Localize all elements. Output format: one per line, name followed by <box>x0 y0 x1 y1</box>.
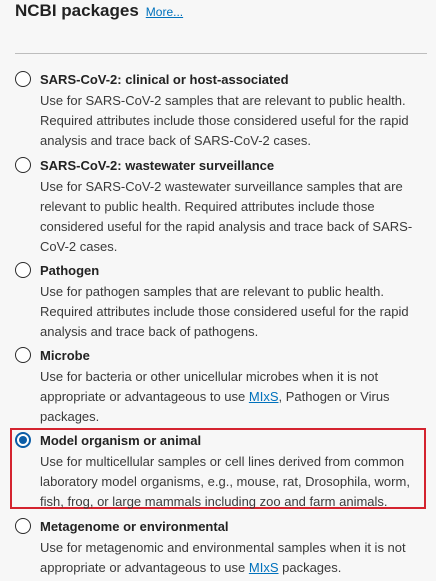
option-title: Model organism or animal <box>40 433 202 448</box>
option-title: Microbe <box>40 348 90 363</box>
divider <box>15 53 427 54</box>
option-title: SARS-CoV-2: wastewater surveillance <box>40 158 275 173</box>
option-description: Use for pathogen samples that are releva… <box>40 284 409 339</box>
option-description: Use for multicellular samples or cell li… <box>40 454 410 509</box>
option-title: Pathogen <box>40 263 100 278</box>
option-description: Use for SARS-CoV-2 samples that are rele… <box>40 93 409 148</box>
radio-button[interactable] <box>15 518 31 534</box>
section-title: NCBI packages <box>15 1 139 20</box>
option-title: Metagenome or environmental <box>40 519 229 534</box>
radio-button[interactable] <box>15 71 31 87</box>
option-description: Use for bacteria or other unicellular mi… <box>40 367 425 427</box>
option-description-text: Use for metagenomic and environmental sa… <box>40 540 406 575</box>
radio-button[interactable] <box>15 347 31 363</box>
mixs-link[interactable]: MIxS <box>249 389 279 404</box>
radio-button[interactable] <box>15 157 31 173</box>
option-description: Use for SARS-CoV-2 wastewater surveillan… <box>40 179 413 254</box>
radio-button-selected[interactable] <box>15 432 31 448</box>
radio-button[interactable] <box>15 262 31 278</box>
more-link[interactable]: More... <box>146 5 183 19</box>
mixs-link[interactable]: MIxS <box>249 560 279 575</box>
option-description: Use for metagenomic and environmental sa… <box>40 538 425 578</box>
option-title: SARS-CoV-2: clinical or host-associated <box>40 72 289 87</box>
option-description-text: packages. <box>278 560 342 575</box>
section-header: NCBI packages More... <box>15 1 183 21</box>
